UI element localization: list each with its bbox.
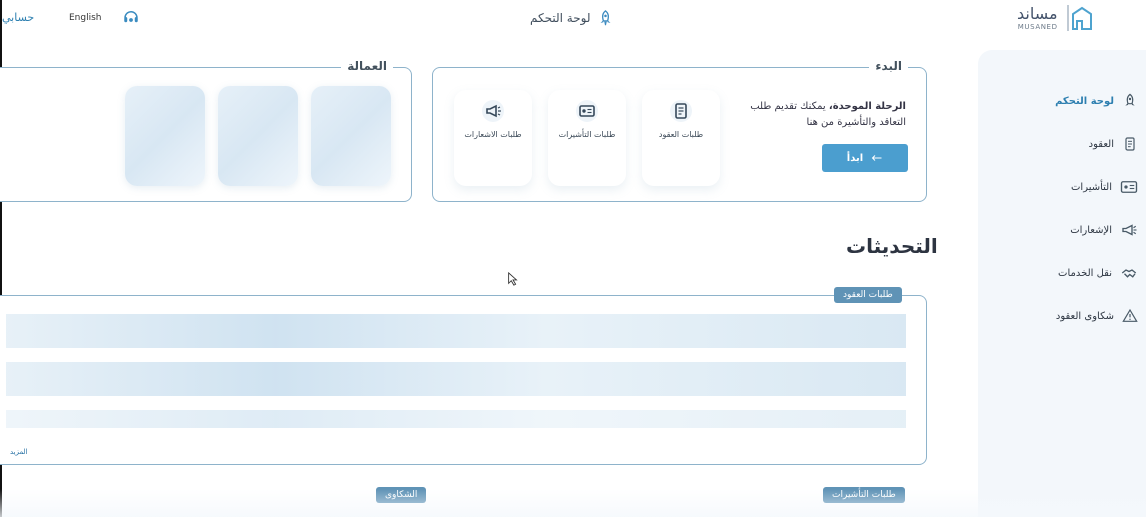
headset-icon[interactable]	[122, 8, 140, 26]
sidebar-item-label: نقل الخدمات	[1058, 267, 1112, 279]
more-link[interactable]: المزيد	[10, 448, 28, 456]
visa-requests-tab[interactable]: طلبات التأشيرات	[823, 487, 905, 503]
notification-requests-tile[interactable]: طلبات الاشعارات	[454, 90, 532, 186]
page-title: لوحة التحكم	[530, 11, 591, 25]
workers-card: العمالة	[0, 59, 412, 202]
contract-requests-tile[interactable]: طلبات العقود	[642, 90, 720, 186]
start-card: البدء الرحلة الموحدة، يمكنك تقديم طلب ال…	[432, 59, 927, 202]
sidebar-item-notifications[interactable]: الإشعارات	[988, 219, 1138, 241]
loading-row	[6, 362, 906, 396]
rocket-icon	[600, 10, 610, 26]
header-page-title-wrap: لوحة التحكم	[530, 9, 614, 27]
logo-arabic: مساند	[1017, 3, 1058, 23]
right-sidebar: لوحة التحكم العقود التأشيرات الإشعارات ن…	[978, 50, 1146, 517]
top-header: حسابي English لوحة التحكم مساند MUSANED	[0, 0, 1146, 517]
tile-label: طلبات التأشيرات	[558, 130, 616, 139]
logo-mark-icon	[1066, 5, 1092, 31]
account-link[interactable]: حسابي	[2, 11, 34, 24]
start-message: الرحلة الموحدة، يمكنك تقديم طلب التعاقد …	[736, 99, 906, 131]
megaphone-icon	[1122, 224, 1137, 236]
updates-title: التحديثات	[846, 234, 938, 258]
loading-row	[6, 410, 906, 428]
sidebar-item-contracts[interactable]: العقود	[988, 133, 1138, 155]
handshake-icon	[1121, 269, 1137, 278]
document-icon	[670, 100, 692, 122]
logo-english: MUSANED	[1017, 22, 1058, 31]
workers-section-title: العمالة	[341, 59, 393, 73]
arrow-left-icon	[871, 155, 882, 161]
start-button-label: ابدأ	[846, 152, 864, 164]
megaphone-icon	[482, 100, 504, 122]
visa-requests-tile[interactable]: طلبات التأشيرات	[548, 90, 626, 186]
bottom-fade	[0, 489, 1146, 517]
warning-icon	[1122, 308, 1138, 322]
document-icon	[1125, 137, 1135, 151]
tile-label: طلبات الاشعارات	[464, 130, 522, 139]
sidebar-item-visas[interactable]: التأشيرات	[988, 176, 1138, 198]
dashboard-screen: حسابي English لوحة التحكم مساند MUSANED	[0, 0, 1146, 517]
id-card-icon	[1120, 181, 1138, 193]
complaints-tab[interactable]: الشكاوى	[376, 487, 427, 503]
tile-label: طلبات العقود	[658, 130, 704, 139]
loading-row	[6, 314, 906, 348]
sidebar-item-label: شكاوى العقود	[1055, 310, 1114, 322]
updates-card: طلبات العقود المزيد	[0, 287, 927, 465]
sidebar-item-label: العقود	[1088, 138, 1114, 150]
sidebar-item-label: التأشيرات	[1071, 181, 1112, 193]
sidebar-item-dashboard[interactable]: لوحة التحكم	[988, 90, 1138, 112]
start-section-title: البدء	[869, 59, 908, 73]
logo-text: مساند MUSANED	[1017, 3, 1058, 31]
sidebar-item-label: لوحة التحكم	[1055, 95, 1114, 107]
worker-card-placeholder	[311, 86, 391, 186]
start-button[interactable]: ابدأ	[822, 144, 908, 172]
sidebar-item-label: الإشعارات	[1070, 224, 1112, 236]
sidebar-item-contract-complaints[interactable]: شكاوى العقود	[988, 305, 1138, 327]
musaned-logo[interactable]: مساند MUSANED	[1017, 4, 1094, 32]
worker-card-placeholder	[125, 86, 205, 186]
contract-requests-tab[interactable]: طلبات العقود	[834, 287, 902, 303]
language-switch[interactable]: English	[69, 13, 102, 23]
start-message-bold: الرحلة الموحدة،	[828, 101, 906, 112]
mouse-pointer-icon	[508, 272, 518, 286]
id-card-icon	[576, 100, 598, 122]
sidebar-item-service-transfer[interactable]: نقل الخدمات	[988, 262, 1138, 284]
rocket-icon	[1125, 93, 1135, 106]
worker-card-placeholder	[218, 86, 298, 186]
